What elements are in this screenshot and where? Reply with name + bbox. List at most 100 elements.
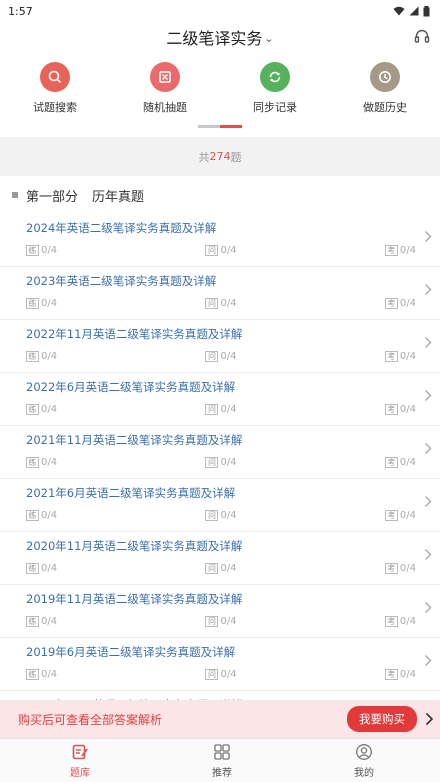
chevron-right-icon <box>425 549 432 560</box>
exam-count: 0/4 <box>399 457 416 468</box>
list-item[interactable]: 2019年6月英语二级笔译实务真题及详解练 0/4 问 0/4 考 0/4 <box>0 638 440 691</box>
exam-icon: 考 <box>384 616 398 627</box>
quiz-stat: 问0/4 <box>205 510 237 521</box>
practice-icon: 练 <box>26 669 39 680</box>
quick-action-label: 同步记录 <box>253 101 297 114</box>
count-value: 274 <box>209 150 231 163</box>
practice-stat: 练0/4 <box>26 669 57 680</box>
practice-stat: 练0/4 <box>26 298 57 309</box>
practice-count: 0/4 <box>41 351 58 362</box>
quiz-count: 0/4 <box>220 404 237 415</box>
tab-label: 题库 <box>70 768 90 779</box>
app-header: 二级笔译实务 ⌄ <box>0 22 440 52</box>
quick-action-history[interactable]: 做题历史 <box>335 62 435 142</box>
exam-count: 0/4 <box>399 351 416 362</box>
exam-icon: 考 <box>384 563 398 574</box>
practice-icon: 练 <box>26 404 39 415</box>
practice-icon: 练 <box>26 245 39 256</box>
practice-count: 0/4 <box>41 563 58 574</box>
section-title: 第一部分 <box>26 189 79 205</box>
exam-title: 2024年英语二级笔译实务真题及详解 <box>26 221 217 235</box>
quiz-icon: 问 <box>205 563 219 574</box>
quick-action-random[interactable]: 随机抽题 <box>115 62 215 142</box>
progress-stats: 练0/4问0/4考0/4 <box>26 669 440 680</box>
progress-stats: 练0/4问0/4考0/4 <box>26 563 440 574</box>
quiz-stat: 问0/4 <box>205 616 237 627</box>
quiz-stat: 问0/4 <box>205 457 237 468</box>
grid-icon <box>214 744 230 760</box>
purchase-actions: 我要购买 <box>347 706 434 732</box>
count-suffix: 题 <box>230 150 242 164</box>
bottom-tab-bar: 题库 推荐 我的 <box>0 738 440 782</box>
quick-action-sync[interactable]: 同步记录 <box>225 62 325 142</box>
progress-stats: 练0/4问0/4考0/4 <box>26 351 440 362</box>
exam-count: 0/4 <box>399 669 416 680</box>
quiz-stat: 问0/4 <box>205 404 237 415</box>
quiz-stat: 问0/4 <box>205 351 237 362</box>
practice-stat: 练0/4 <box>26 245 57 256</box>
chevron-down-icon: ⌄ <box>264 31 274 45</box>
headset-icon[interactable] <box>414 28 430 48</box>
exam-icon: 考 <box>384 457 398 468</box>
list-item[interactable]: 2021年6月英语二级笔译实务真题及详解练 0/4 问 0/4 考 0/4 <box>0 479 440 532</box>
section-marker <box>12 192 18 198</box>
progress-stats: 练0/4问0/4考0/4 <box>26 510 440 521</box>
exam-title: 2021年6月英语二级笔译实务真题及详解 <box>26 486 236 500</box>
chevron-right-icon <box>425 284 432 295</box>
list-item[interactable]: 2021年11月英语二级笔译实务真题及详解练 0/4 问 0/4 考 0/4 <box>0 426 440 479</box>
purchase-banner[interactable]: 购买后可查看全部答案解析 我要购买 <box>0 700 440 738</box>
practice-count: 0/4 <box>41 298 58 309</box>
exam-icon: 考 <box>384 298 398 309</box>
status-icons <box>393 5 430 17</box>
exam-stat: 考0/4 <box>384 245 416 256</box>
subject-selector[interactable]: 二级笔译实务 ⌄ <box>166 25 273 49</box>
quiz-icon: 问 <box>205 351 219 362</box>
quiz-icon: 问 <box>205 616 219 627</box>
wifi-icon <box>393 6 405 16</box>
question-bank-icon <box>72 744 88 760</box>
list-item[interactable]: 2022年6月英语二级笔译实务真题及详解练 0/4 问 0/4 考 0/4 <box>0 373 440 426</box>
exam-stat: 考0/4 <box>384 510 416 521</box>
practice-count: 0/4 <box>41 669 58 680</box>
exam-icon: 考 <box>384 351 398 362</box>
battery-icon <box>423 5 430 16</box>
list-item[interactable]: 2020年11月英语二级笔译实务真题及详解练 0/4 问 0/4 考 0/4 <box>0 532 440 585</box>
exam-title: 2020年11月英语二级笔译实务真题及详解 <box>26 539 243 553</box>
list-item[interactable]: 2022年11月英语二级笔译实务真题及详解练 0/4 问 0/4 考 0/4 <box>0 320 440 373</box>
tab-question-bank[interactable]: 题库 <box>50 739 110 782</box>
list-item[interactable]: 2024年英语二级笔译实务真题及详解练 0/4 问 0/4 考 0/4 <box>0 214 440 267</box>
section-subtitle: 历年真题 <box>92 189 145 205</box>
exam-stat: 考0/4 <box>384 404 416 415</box>
progress-stats: 练0/4问0/4考0/4 <box>26 457 440 468</box>
quiz-count: 0/4 <box>220 351 237 362</box>
quiz-count: 0/4 <box>220 669 237 680</box>
practice-icon: 练 <box>26 616 39 627</box>
quick-action-search[interactable]: 试题搜索 <box>5 62 105 142</box>
exam-stat: 考0/4 <box>384 457 416 468</box>
chevron-right-icon[interactable] <box>425 712 434 726</box>
purchase-message: 购买后可查看全部答案解析 <box>18 712 163 727</box>
section-header: 第一部分 历年真题 <box>0 176 440 214</box>
quiz-count: 0/4 <box>220 616 237 627</box>
quiz-count: 0/4 <box>220 510 237 521</box>
list-item[interactable]: 2019年11月英语二级笔译实务真题及详解练 0/4 问 0/4 考 0/4 <box>0 585 440 638</box>
practice-stat: 练0/4 <box>26 616 57 627</box>
exam-icon: 考 <box>384 669 398 680</box>
practice-count: 0/4 <box>41 510 58 521</box>
list-item[interactable]: 2023年英语二级笔译实务真题及详解练 0/4 问 0/4 考 0/4 <box>0 267 440 320</box>
quiz-count: 0/4 <box>220 298 237 309</box>
tab-recommend[interactable]: 推荐 <box>192 739 252 782</box>
signal-icon <box>409 6 419 16</box>
progress-stats: 练0/4问0/4考0/4 <box>26 298 440 309</box>
status-time: 1:57 <box>8 4 33 18</box>
search-icon <box>40 62 70 92</box>
exam-count: 0/4 <box>399 616 416 627</box>
exam-title: 2019年11月英语二级笔译实务真题及详解 <box>26 592 243 606</box>
status-bar: 1:57 <box>0 0 440 22</box>
buy-button[interactable]: 我要购买 <box>347 706 417 732</box>
exam-count: 0/4 <box>399 510 416 521</box>
quiz-count: 0/4 <box>220 457 237 468</box>
quiz-stat: 问0/4 <box>205 563 237 574</box>
exam-list: 2024年英语二级笔译实务真题及详解练 0/4 问 0/4 考 0/4 2023年英语二级笔… <box>0 214 440 744</box>
tab-profile[interactable]: 我的 <box>334 739 394 782</box>
